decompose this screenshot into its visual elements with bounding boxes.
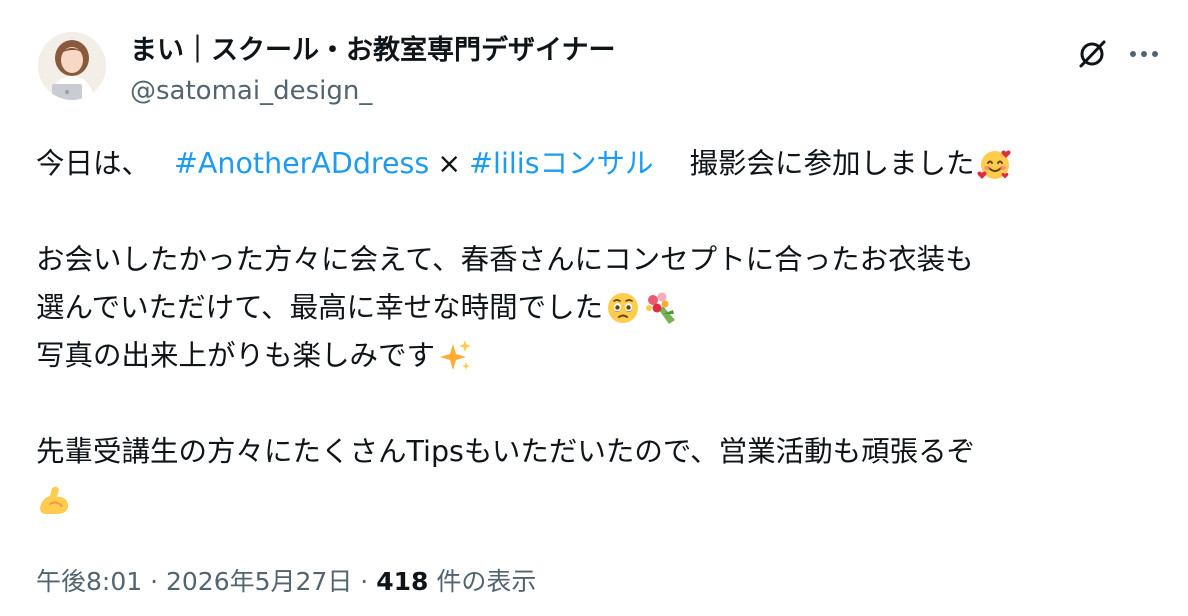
more-dots-icon (1130, 51, 1158, 57)
avatar[interactable] (38, 32, 106, 100)
views-label: 件の表示 (436, 567, 537, 596)
meta-separator-2: · (360, 567, 369, 596)
face-holding-back-tears-icon (605, 290, 641, 326)
more-options-button[interactable] (1124, 34, 1164, 74)
views-count: 418 (376, 567, 429, 596)
flexed-biceps-icon (36, 482, 72, 518)
tweet-meta: 午後8:01 · 2026年5月27日 · 418 件の表示 (36, 562, 536, 602)
avatar-image (38, 32, 106, 100)
post-date-link[interactable]: 2026年5月27日 (166, 567, 352, 596)
sparkles-icon (437, 338, 473, 374)
author-handle[interactable]: @satomai_design_ (130, 73, 615, 109)
tweet-line-5: 先輩受講生の方々にたくさんTipsもいただいたので、営業活動も頑張るぞ (36, 428, 1166, 476)
tweet-line-2-text: お会いしたかった方々に会えて、春香さんにコンセプトに合ったお衣装も (36, 243, 974, 276)
tweet-line-1: 今日は、 #AnotherADdress × #lilisコンサル 撮影会に参加… (36, 140, 1166, 188)
times-sign: × (437, 147, 462, 180)
text-prefix: 今日は、 (36, 147, 151, 180)
author-display-name[interactable]: まい｜スクール・お教室専門デザイナー (130, 33, 615, 69)
hashtag-anotheraddress[interactable]: #AnotherADdress (174, 140, 429, 188)
tweet-line-3: 選んでいただけて、最高に幸せな時間でした (36, 284, 1166, 332)
tweet-line-5-text: 先輩受講生の方々にたくさんTipsもいただいたので、営業活動も頑張るぞ (36, 435, 976, 468)
tweet-line-3-text: 選んでいただけて、最高に幸せな時間でした (36, 291, 604, 324)
tweet-text: 今日は、 #AnotherADdress × #lilisコンサル 撮影会に参加… (36, 140, 1166, 524)
tweet-line-6 (36, 476, 1166, 524)
author-block: まい｜スクール・お教室専門デザイナー @satomai_design_ (130, 33, 615, 109)
grok-button[interactable] (1072, 34, 1112, 74)
text-suffix: 撮影会に参加しました (689, 147, 975, 180)
meta-separator-1: · (150, 567, 159, 596)
tweet-line-2: お会いしたかった方々に会えて、春香さんにコンセプトに合ったお衣装も (36, 236, 1166, 284)
grok-icon (1079, 40, 1106, 68)
tweet: まい｜スクール・お教室専門デザイナー @satomai_design_ 今日は、… (0, 0, 1188, 616)
bouquet-icon (643, 290, 679, 326)
smiling-face-with-hearts-icon (977, 146, 1013, 182)
post-time-link[interactable]: 午後8:01 (36, 567, 142, 596)
tweet-line-4-text: 写真の出来上がりも楽しみです (36, 339, 436, 372)
tweet-line-4: 写真の出来上がりも楽しみです (36, 332, 1166, 380)
hashtag-lilis[interactable]: #lilisコンサル (469, 140, 653, 188)
